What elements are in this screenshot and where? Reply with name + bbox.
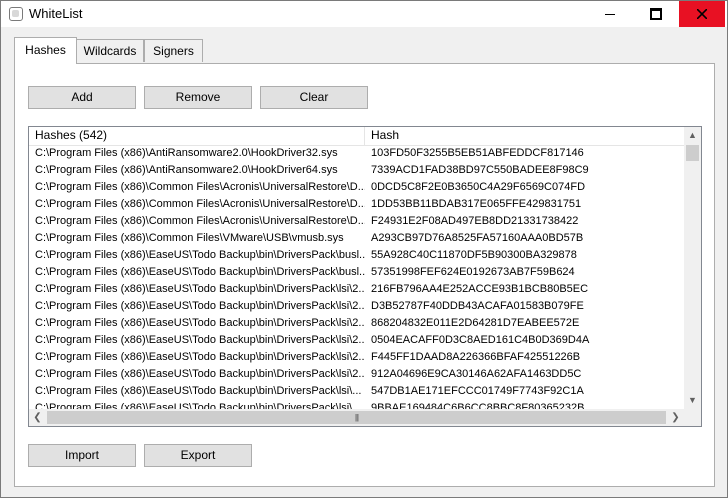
row-hash: D3B52787F40DDB43ACAFA01583B079FE — [371, 300, 584, 312]
import-button[interactable]: Import — [28, 444, 136, 467]
minimize-button[interactable] — [587, 1, 633, 27]
scrollbar-corner — [684, 409, 701, 426]
row-hash: 103FD50F3255B5EB51ABFEDDCF817146 — [371, 147, 584, 159]
row-hash: A293CB97D76A8525FA57160AAA0BD57B — [371, 232, 584, 244]
row-hash: 0504EACAFF0D3C8AED161C4B0D369D4A — [371, 334, 590, 346]
tab-hashes[interactable]: Hashes — [14, 37, 77, 64]
table-row[interactable]: C:\Program Files (x86)\AntiRansomware2.0… — [29, 162, 684, 179]
row-hash: 9BBAE169484C6B6CC8BBC8F80365232B — [371, 402, 585, 409]
scroll-down-icon[interactable]: ▼ — [684, 392, 701, 409]
clear-button[interactable]: Clear — [260, 86, 368, 109]
row-path: C:\Program Files (x86)\EaseUS\Todo Backu… — [35, 402, 362, 409]
tab-wildcards[interactable]: Wildcards — [76, 39, 144, 62]
minimize-icon — [605, 13, 615, 15]
row-path: C:\Program Files (x86)\Common Files\Acro… — [35, 181, 365, 193]
row-hash: 57351998FEF624E0192673AB7F59B624 — [371, 266, 575, 278]
row-hash: 7339ACD1FAD38BD97C550BADEE8F98C9 — [371, 164, 589, 176]
row-hash: 55A928C40C11870DF5B90300BA329878 — [371, 249, 577, 261]
row-path: C:\Program Files (x86)\AntiRansomware2.0… — [35, 164, 338, 176]
column-header-hash[interactable]: Hash — [365, 127, 684, 145]
row-path: C:\Program Files (x86)\EaseUS\Todo Backu… — [35, 266, 365, 278]
row-path: C:\Program Files (x86)\EaseUS\Todo Backu… — [35, 317, 365, 329]
app-icon — [9, 7, 23, 21]
table-row[interactable]: C:\Program Files (x86)\Common Files\VMwa… — [29, 230, 684, 247]
window-title: WhiteList — [29, 6, 83, 21]
row-path: C:\Program Files (x86)\EaseUS\Todo Backu… — [35, 249, 365, 261]
add-button[interactable]: Add — [28, 86, 136, 109]
row-hash: 0DCD5C8F2E0B3650C4A29F6569C074FD — [371, 181, 586, 193]
row-hash: 547DB1AE171EFCCC01749F7743F92C1A — [371, 385, 584, 397]
horizontal-scroll-thumb[interactable]: ||| — [47, 411, 666, 424]
row-hash: 912A04696E9CA30146A62AFA1463DD5C — [371, 368, 582, 380]
row-path: C:\Program Files (x86)\EaseUS\Todo Backu… — [35, 283, 365, 295]
vertical-scroll-thumb[interactable] — [686, 145, 699, 161]
table-row[interactable]: C:\Program Files (x86)\AntiRansomware2.0… — [29, 145, 684, 162]
table-row[interactable]: C:\Program Files (x86)\Common Files\Acro… — [29, 179, 684, 196]
row-hash: 1DD53BB11BDAB317E065FFE429831751 — [371, 198, 582, 210]
whitelist-window: WhiteList Hashes Wildcards Signers Add R… — [0, 0, 728, 498]
tab-signers[interactable]: Signers — [144, 39, 203, 62]
table-row[interactable]: C:\Program Files (x86)\EaseUS\Todo Backu… — [29, 349, 684, 366]
remove-button[interactable]: Remove — [144, 86, 252, 109]
row-path: C:\Program Files (x86)\EaseUS\Todo Backu… — [35, 368, 365, 380]
scroll-up-icon[interactable]: ▲ — [684, 127, 701, 144]
table-row[interactable]: C:\Program Files (x86)\EaseUS\Todo Backu… — [29, 264, 684, 281]
row-path: C:\Program Files (x86)\EaseUS\Todo Backu… — [35, 351, 365, 363]
table-row[interactable]: C:\Program Files (x86)\EaseUS\Todo Backu… — [29, 383, 684, 400]
row-hash: 216FB796AA4E252ACCE93B1BCB80B5EC — [371, 283, 589, 295]
scroll-left-icon[interactable]: ❮ — [29, 409, 46, 426]
export-button[interactable]: Export — [144, 444, 252, 467]
table-row[interactable]: C:\Program Files (x86)\EaseUS\Todo Backu… — [29, 332, 684, 349]
maximize-button[interactable] — [633, 1, 679, 27]
row-path: C:\Program Files (x86)\Common Files\Acro… — [35, 215, 365, 227]
scroll-right-icon[interactable]: ❯ — [667, 409, 684, 426]
table-row[interactable]: C:\Program Files (x86)\EaseUS\Todo Backu… — [29, 366, 684, 383]
list-rows: C:\Program Files (x86)\AntiRansomware2.0… — [29, 145, 684, 409]
row-hash: 868204832E011E2D64281D7EABEE572E — [371, 317, 580, 329]
row-path: C:\Program Files (x86)\EaseUS\Todo Backu… — [35, 334, 365, 346]
table-row[interactable]: C:\Program Files (x86)\EaseUS\Todo Backu… — [29, 315, 684, 332]
row-path: C:\Program Files (x86)\Common Files\VMwa… — [35, 232, 344, 244]
table-row[interactable]: C:\Program Files (x86)\Common Files\Acro… — [29, 213, 684, 230]
column-header-hashes[interactable]: Hashes (542) — [29, 127, 365, 145]
hashes-list[interactable]: Hashes (542) Hash C:\Program Files (x86)… — [28, 126, 702, 427]
table-row[interactable]: C:\Program Files (x86)\EaseUS\Todo Backu… — [29, 400, 684, 409]
row-path: C:\Program Files (x86)\EaseUS\Todo Backu… — [35, 300, 365, 312]
row-path: C:\Program Files (x86)\AntiRansomware2.0… — [35, 147, 338, 159]
close-icon — [697, 9, 707, 19]
vertical-scrollbar[interactable]: ▲ ▼ — [684, 127, 701, 409]
table-row[interactable]: C:\Program Files (x86)\EaseUS\Todo Backu… — [29, 298, 684, 315]
horizontal-scrollbar[interactable]: ❮ ||| ❯ — [29, 409, 684, 426]
row-path: C:\Program Files (x86)\EaseUS\Todo Backu… — [35, 385, 362, 397]
row-hash: F445FF1DAAD8A226366BFAF42551226B — [371, 351, 581, 363]
list-header: Hashes (542) Hash — [29, 127, 684, 146]
row-hash: F24931E2F08AD497EB8DD21331738422 — [371, 215, 579, 227]
row-path: C:\Program Files (x86)\Common Files\Acro… — [35, 198, 365, 210]
table-row[interactable]: C:\Program Files (x86)\Common Files\Acro… — [29, 196, 684, 213]
title-bar[interactable]: WhiteList — [1, 1, 727, 27]
maximize-icon — [650, 8, 662, 20]
table-row[interactable]: C:\Program Files (x86)\EaseUS\Todo Backu… — [29, 247, 684, 264]
table-row[interactable]: C:\Program Files (x86)\EaseUS\Todo Backu… — [29, 281, 684, 298]
close-button[interactable] — [679, 1, 725, 27]
